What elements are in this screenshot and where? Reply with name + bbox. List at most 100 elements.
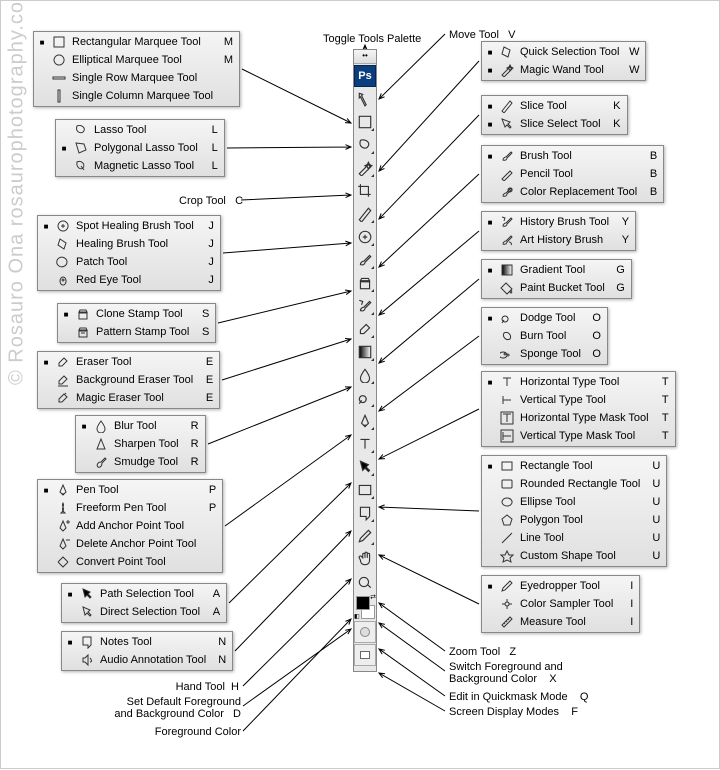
screen-mode-toggle[interactable] xyxy=(354,644,376,666)
color-swatches[interactable]: ⇄ ◧ xyxy=(354,594,376,620)
tool-hand[interactable] xyxy=(354,548,376,570)
tool-eyedrop[interactable] xyxy=(354,525,376,547)
flyout-item[interactable]: Single Column Marquee Tool xyxy=(34,87,239,105)
flyout-item[interactable]: Red Eye ToolJ xyxy=(38,271,220,289)
tool-label: Slice Tool xyxy=(520,100,609,112)
tool-pen[interactable] xyxy=(354,410,376,432)
tool-label: Clone Stamp Tool xyxy=(96,308,197,320)
flyout-item[interactable]: ■History Brush ToolY xyxy=(482,213,635,231)
tool-eraser[interactable] xyxy=(354,318,376,340)
flyout-item[interactable]: Add Anchor Point Tool xyxy=(38,517,222,535)
tool-label: Freeform Pen Tool xyxy=(76,502,204,514)
flyout-item[interactable]: ■Magic Wand ToolW xyxy=(482,61,645,79)
flyout-item[interactable]: Art History BrushY xyxy=(482,231,635,249)
slice-sel-icon xyxy=(498,116,516,132)
flyout-item[interactable]: ■Slice ToolK xyxy=(482,97,627,115)
flyout-item[interactable]: Single Row Marquee Tool xyxy=(34,69,239,87)
flyout-item[interactable]: Rounded Rectangle ToolU xyxy=(482,475,666,493)
flyout-item[interactable]: Convert Point Tool xyxy=(38,553,222,571)
flyout-item[interactable]: Delete Anchor Point Tool xyxy=(38,535,222,553)
tool-move[interactable] xyxy=(354,88,376,110)
default-colors-icon[interactable]: ◧ xyxy=(354,613,361,620)
foreground-color-swatch[interactable] xyxy=(356,596,370,610)
flyout-item[interactable]: Magnetic Lasso ToolL xyxy=(56,157,224,175)
active-dot: ■ xyxy=(42,358,50,367)
flyout-item[interactable]: ■Dodge ToolO xyxy=(482,309,607,327)
shortcut-key: T xyxy=(657,376,669,388)
flyout-item[interactable]: ■Path Selection ToolA xyxy=(62,585,226,603)
tool-label: Horizontal Type Tool xyxy=(520,376,657,388)
flyout-item[interactable]: ■Eyedropper ToolI xyxy=(482,577,639,595)
flyout-item[interactable]: ■Horizontal Type ToolT xyxy=(482,373,675,391)
flyout-item[interactable]: Pencil ToolB xyxy=(482,165,663,183)
flyout-item[interactable]: Color Sampler ToolI xyxy=(482,595,639,613)
flyout-item[interactable]: Color Replacement ToolB xyxy=(482,183,663,201)
flyout-item[interactable]: Sharpen ToolR xyxy=(76,435,205,453)
flyout-item[interactable]: ■Gradient ToolG xyxy=(482,261,631,279)
tool-blur[interactable] xyxy=(354,364,376,386)
flyout-item[interactable]: Background Eraser ToolE xyxy=(38,371,219,389)
flyout-item[interactable]: Polygon ToolU xyxy=(482,511,666,529)
flyout-item[interactable]: ■Eraser ToolE xyxy=(38,353,219,371)
flyout-item[interactable]: Lasso ToolL xyxy=(56,121,224,139)
flyout-item[interactable]: Elliptical Marquee ToolM xyxy=(34,51,239,69)
flyout-item[interactable]: ■Pen ToolP xyxy=(38,481,222,499)
flyout-item[interactable]: Freeform Pen ToolP xyxy=(38,499,222,517)
flyout-item[interactable]: Horizontal Type Mask ToolT xyxy=(482,409,675,427)
tool-zoom[interactable] xyxy=(354,571,376,593)
flyout-item[interactable]: Healing Brush ToolJ xyxy=(38,235,220,253)
tool-crop[interactable] xyxy=(354,180,376,202)
flyout-item[interactable]: ■Blur ToolR xyxy=(76,417,205,435)
flyout-item[interactable]: ■Quick Selection ToolW xyxy=(482,43,645,61)
tool-dodge[interactable] xyxy=(354,387,376,409)
tool-rect-marq[interactable] xyxy=(354,111,376,133)
tool-magic-wand[interactable] xyxy=(354,157,376,179)
flyout-item[interactable]: Burn ToolO xyxy=(482,327,607,345)
tool-h-type[interactable] xyxy=(354,433,376,455)
tools-palette[interactable]: •• Ps ⇄ ◧ xyxy=(353,49,377,672)
flyout-item[interactable]: Line ToolU xyxy=(482,529,666,547)
tool-rect[interactable] xyxy=(354,479,376,501)
flyout-item[interactable]: Measure ToolI xyxy=(482,613,639,631)
tool-lasso[interactable] xyxy=(354,134,376,156)
shortcut-key: M xyxy=(221,36,233,48)
shortcut-key: U xyxy=(648,532,660,544)
flyout-item[interactable]: ■Notes ToolN xyxy=(62,633,232,651)
flyout-item[interactable]: Magic Eraser ToolE xyxy=(38,389,219,407)
flyout-item[interactable]: Vertical Type ToolT xyxy=(482,391,675,409)
tool-gradient[interactable] xyxy=(354,341,376,363)
flyout-item[interactable]: Direct Selection ToolA xyxy=(62,603,226,621)
flyout-item[interactable]: ■Slice Select ToolK xyxy=(482,115,627,133)
flyout-item[interactable]: Smudge ToolR xyxy=(76,453,205,471)
flyout-item[interactable]: ■Polygonal Lasso ToolL xyxy=(56,139,224,157)
flyout-item[interactable]: Paint Bucket ToolG xyxy=(482,279,631,297)
tool-clone[interactable] xyxy=(354,272,376,294)
tool-history[interactable] xyxy=(354,295,376,317)
flyout-item[interactable]: Custom Shape ToolU xyxy=(482,547,666,565)
switch-colors-icon[interactable]: ⇄ xyxy=(370,594,376,601)
brush-icon xyxy=(498,148,516,164)
tool-label: Convert Point Tool xyxy=(76,556,204,568)
shortcut-key: N xyxy=(214,654,226,666)
tool-notes[interactable] xyxy=(354,502,376,524)
tool-slice[interactable] xyxy=(354,203,376,225)
palette-drag-handle[interactable]: •• xyxy=(354,50,376,64)
flyout-item[interactable]: ■Rectangle ToolU xyxy=(482,457,666,475)
tool-spot-heal[interactable] xyxy=(354,226,376,248)
tool-path-sel[interactable] xyxy=(354,456,376,478)
flyout-item[interactable]: Audio Annotation ToolN xyxy=(62,651,232,669)
flyout-item[interactable]: ■Rectangular Marquee ToolM xyxy=(34,33,239,51)
quickmask-toggle[interactable] xyxy=(354,621,376,643)
direct-sel-icon xyxy=(78,604,96,620)
flyout-item[interactable]: Sponge ToolO xyxy=(482,345,607,363)
flyout-item[interactable]: ■Brush ToolB xyxy=(482,147,663,165)
shortcut-key: T xyxy=(657,430,669,442)
tool-label: Sharpen Tool xyxy=(114,438,187,450)
flyout-item[interactable]: Pattern Stamp ToolS xyxy=(58,323,215,341)
flyout-item[interactable]: ■Spot Healing Brush ToolJ xyxy=(38,217,220,235)
flyout-item[interactable]: Vertical Type Mask ToolT xyxy=(482,427,675,445)
flyout-item[interactable]: Ellipse ToolU xyxy=(482,493,666,511)
flyout-item[interactable]: ■Clone Stamp ToolS xyxy=(58,305,215,323)
flyout-item[interactable]: Patch ToolJ xyxy=(38,253,220,271)
tool-brush[interactable] xyxy=(354,249,376,271)
